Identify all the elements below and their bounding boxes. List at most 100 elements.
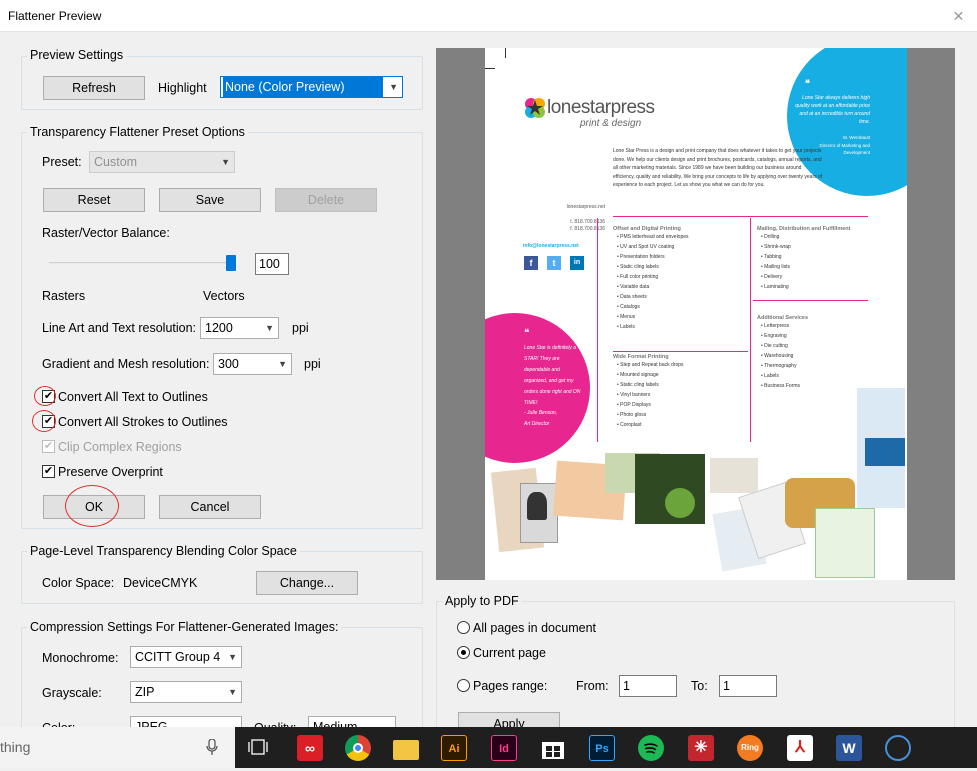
balance-input[interactable]: 100 (255, 253, 289, 275)
plant-photo (665, 488, 695, 518)
reset-button[interactable]: Reset (43, 188, 145, 212)
highlight-value: None (Color Preview) (223, 77, 383, 97)
list-item: • Full color printing (617, 274, 659, 280)
spotify-icon[interactable] (638, 735, 664, 761)
linkedin-icon: in (570, 256, 584, 270)
to-input[interactable]: 1 (719, 675, 777, 697)
pages-range-label: Pages range: (473, 679, 548, 693)
taskbar-corner (936, 752, 976, 760)
cancel-button[interactable]: Cancel (159, 495, 261, 519)
balance-slider-track[interactable] (49, 262, 233, 264)
gradient-label: Gradient and Mesh resolution: (42, 357, 210, 371)
crop-mark (485, 68, 495, 69)
to-label: To: (691, 679, 708, 693)
sample-image (815, 508, 875, 578)
quote-bottom-text: Lone Star is definitely a STAR! They are… (524, 345, 581, 406)
color-space-label: Color Space: (42, 576, 115, 590)
quote-top-text: Lone Star always delivers high quality w… (795, 95, 870, 125)
photoshop-icon[interactable]: Ps (589, 735, 615, 761)
list-item: • Coroplast (617, 422, 642, 428)
network-app-icon[interactable]: ✳ (688, 735, 714, 761)
highlight-select[interactable]: None (Color Preview) ▼ (220, 76, 403, 98)
gradient-select[interactable]: 300 ▼ (213, 353, 292, 375)
line-art-label: Line Art and Text resolution: (42, 321, 197, 335)
line-art-select[interactable]: 1200 ▼ (200, 317, 279, 339)
clip-complex-label: Clip Complex Regions (58, 440, 182, 454)
color-space-value: DeviceCMYK (123, 576, 198, 590)
divider-line (613, 216, 868, 217)
close-icon[interactable]: ✕ (940, 0, 977, 32)
quote-top-author: M. Wernbautt (843, 135, 870, 140)
brand-name: lonestarpress (547, 97, 655, 118)
section-additional: Additional Services • Letterpress • Engr… (757, 315, 872, 391)
creative-cloud-icon[interactable]: ∞ (297, 735, 323, 761)
taskbar: thing (0, 727, 977, 768)
ring-central-icon[interactable]: Ring (737, 735, 763, 761)
gradient-unit: ppi (304, 357, 321, 371)
save-button[interactable]: Save (159, 188, 261, 212)
acrobat-icon[interactable]: ⅄ (787, 735, 813, 761)
preserve-overprint-checkbox[interactable]: ✔ (42, 465, 55, 478)
star-logo-icon (524, 97, 546, 119)
chevron-down-icon: ▼ (221, 157, 230, 167)
balance-label: Raster/Vector Balance: (42, 226, 170, 240)
from-label: From: (576, 679, 609, 693)
chevron-down-icon: ▼ (278, 359, 287, 369)
remote-app-icon[interactable] (885, 735, 911, 761)
search-text: thing (0, 739, 31, 755)
annotation-circle-ok (65, 485, 119, 527)
divider-line (597, 218, 598, 442)
windows-store-icon[interactable] (540, 735, 566, 761)
word-icon[interactable]: W (836, 735, 862, 761)
sample-image (710, 458, 758, 493)
balance-slider-thumb[interactable] (226, 255, 236, 271)
portrait-photo (527, 492, 547, 520)
list-item: • Letterpress (761, 323, 790, 329)
list-item: • Data sheets (617, 294, 647, 300)
crop-mark (505, 48, 506, 58)
search-box[interactable]: thing (0, 727, 235, 768)
refresh-button[interactable]: Refresh (43, 76, 145, 100)
quote-mark-bottom: ❝ (524, 328, 530, 339)
indesign-icon[interactable]: Id (491, 735, 517, 761)
all-pages-radio[interactable] (457, 621, 470, 634)
file-explorer-icon[interactable] (393, 740, 419, 760)
clip-complex-checkbox: ✔ (42, 440, 55, 453)
list-item: • Variable data (617, 284, 650, 290)
list-item: • Thermography (761, 363, 797, 369)
from-input[interactable]: 1 (619, 675, 677, 697)
grayscale-value: ZIP (135, 685, 155, 699)
preview-pane: ❝ Lone Star always delivers high quality… (436, 48, 955, 580)
vectors-label: Vectors (203, 289, 245, 303)
list-item: • Tabbing (761, 254, 782, 260)
list-item: • Warehousing (761, 353, 794, 359)
quote-bottom-role: Art Director (524, 421, 550, 427)
sample-image (865, 438, 905, 466)
current-page-radio[interactable] (457, 646, 470, 659)
pages-range-radio[interactable] (457, 679, 470, 692)
illustrator-icon[interactable]: Ai (441, 735, 467, 761)
list-item: • Engraving (761, 333, 787, 339)
divider-line (750, 218, 751, 442)
title-bar: Flattener Preview ✕ (0, 0, 977, 32)
list-item: • UV and Spot UV coating (617, 244, 675, 250)
compression-title: Compression Settings For Flattener-Gener… (27, 620, 342, 634)
chrome-icon[interactable] (345, 735, 371, 761)
email-text: info@lonestarpress.net (523, 243, 579, 249)
list-item: • Vinyl banners (617, 392, 651, 398)
preset-select: Custom ▼ (89, 151, 235, 173)
list-item: • Laminating (761, 284, 789, 290)
change-button[interactable]: Change... (256, 571, 358, 595)
annotation-circle-strokes (32, 410, 56, 432)
list-item: • POP Displays (617, 402, 651, 408)
microphone-icon[interactable] (206, 739, 218, 756)
monochrome-select[interactable]: CCITT Group 4 ▼ (130, 646, 242, 668)
task-view-icon[interactable] (248, 739, 268, 755)
grayscale-select[interactable]: ZIP ▼ (130, 681, 242, 703)
phone-f-text: f. 818.700.8136 (570, 226, 605, 232)
twitter-icon: t (547, 256, 561, 270)
print-samples-collage (485, 388, 907, 580)
brand-tagline: print & design (580, 118, 642, 129)
chevron-down-icon: ▼ (228, 652, 237, 662)
rasters-label: Rasters (42, 289, 86, 303)
